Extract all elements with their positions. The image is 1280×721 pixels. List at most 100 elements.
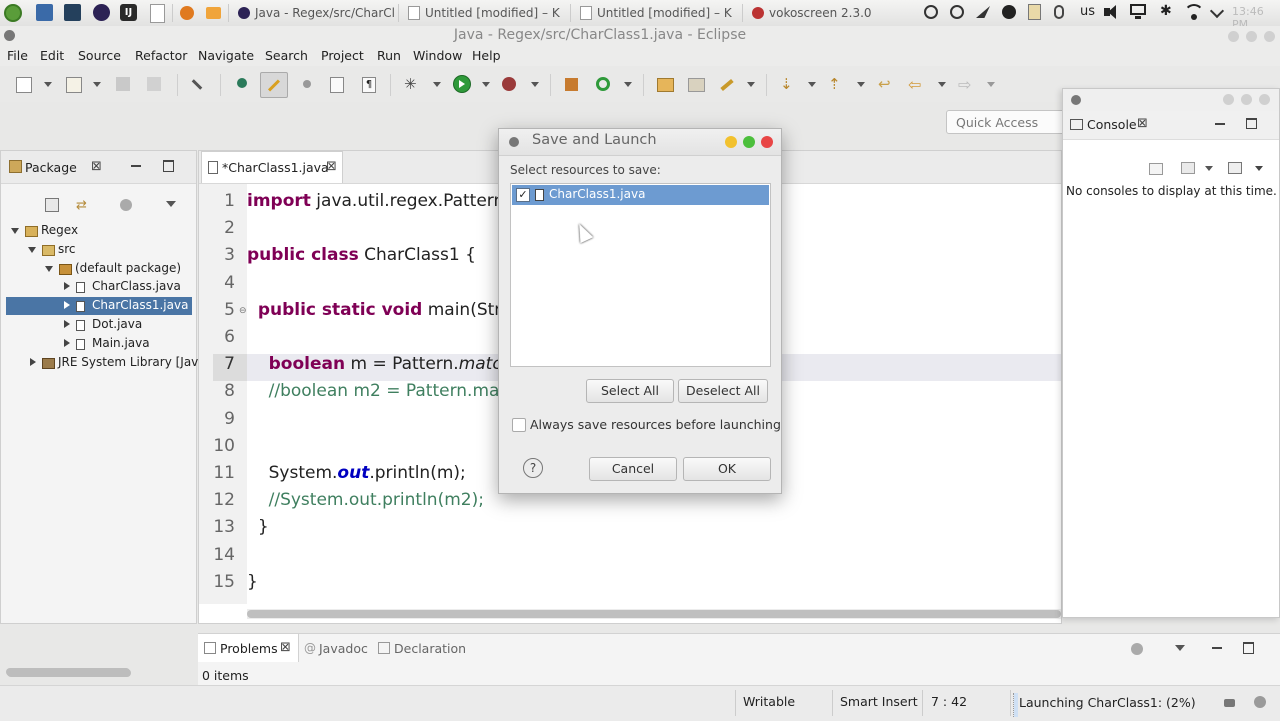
minimize-window-button[interactable] xyxy=(1228,31,1239,42)
code-line[interactable]: } xyxy=(247,517,269,537)
select-all-button[interactable]: Select All xyxy=(586,379,674,403)
debug-icon[interactable]: ✳ xyxy=(404,75,422,93)
tree-item[interactable]: CharClass1.java xyxy=(6,297,192,316)
left-bottom-scrollbar-thumb[interactable] xyxy=(6,668,130,676)
tab-problems[interactable]: Problems ⊠ xyxy=(198,634,299,662)
console-minimize-view-icon[interactable] xyxy=(1215,123,1225,125)
link-with-editor-icon[interactable]: ⇄ xyxy=(76,198,87,213)
code-line[interactable]: public class CharClass1 { xyxy=(247,245,476,265)
menu-refactor[interactable]: Refactor xyxy=(135,48,187,63)
next-annotation-dropdown-chevron-icon[interactable] xyxy=(808,82,816,87)
collapse-chevron-right-icon[interactable] xyxy=(64,282,70,291)
firefox-icon[interactable] xyxy=(180,6,194,20)
external-tools-icon[interactable] xyxy=(502,77,516,91)
debug-dropdown-chevron-icon[interactable] xyxy=(433,82,441,87)
tab-declaration[interactable]: Declaration xyxy=(394,641,466,656)
tree-item[interactable]: Regex xyxy=(6,222,192,240)
file-manager-icon[interactable] xyxy=(36,4,53,21)
console-tab-label[interactable]: Console xyxy=(1087,117,1137,132)
task-eclipse[interactable]: Java - Regex/src/CharCl xyxy=(238,3,395,23)
quick-access-field[interactable]: Quick Access xyxy=(946,110,1066,134)
launch-progress[interactable]: Launching CharClass1: (2%) xyxy=(1013,693,1214,717)
resource-row[interactable]: ✓ CharClass1.java xyxy=(512,185,769,205)
code-line[interactable]: //System.out.println(m2); xyxy=(247,490,484,510)
expand-chevron-down-icon[interactable] xyxy=(28,246,36,253)
back-dropdown-chevron-icon[interactable] xyxy=(938,82,946,87)
display-console-chevron-down-icon[interactable] xyxy=(1205,166,1213,171)
close-window-button[interactable] xyxy=(1264,31,1275,42)
new-wizard-icon[interactable] xyxy=(66,77,82,93)
code-line[interactable]: import java.util.regex.Pattern; xyxy=(247,191,510,211)
tree-item[interactable]: (default package) xyxy=(6,260,192,278)
bottom-minimize-icon[interactable] xyxy=(1212,647,1222,649)
deselect-all-button[interactable]: Deselect All xyxy=(678,379,768,403)
menu-edit[interactable]: Edit xyxy=(40,48,64,63)
menu-file[interactable]: File xyxy=(7,48,28,63)
collapse-chevron-right-icon[interactable] xyxy=(64,338,70,347)
attachment-icon[interactable] xyxy=(1054,5,1064,19)
previous-annotation-icon[interactable]: ⇡ xyxy=(828,75,846,93)
new-java-package-icon[interactable] xyxy=(565,78,578,91)
menu-search[interactable]: Search xyxy=(265,48,308,63)
problems-filter-icon[interactable] xyxy=(1131,643,1143,655)
console-close-button[interactable] xyxy=(1259,94,1270,105)
problems-view-menu-chevron-down-icon[interactable] xyxy=(1175,645,1185,651)
back-icon[interactable]: ⇦ xyxy=(908,75,926,94)
clipboard-icon[interactable] xyxy=(1028,4,1041,20)
task-vokoscreen[interactable]: vokoscreen 2.3.0 xyxy=(752,3,872,23)
menu-help[interactable]: Help xyxy=(472,48,501,63)
package-tab-label[interactable]: Package xyxy=(25,160,77,175)
keyboard-layout[interactable]: us xyxy=(1080,4,1095,19)
previous-annotation-dropdown-chevron-icon[interactable] xyxy=(857,82,865,87)
display-icon[interactable] xyxy=(1130,4,1148,20)
next-annotation-icon[interactable]: ⇣ xyxy=(780,75,798,93)
distro-menu-icon[interactable] xyxy=(4,4,22,22)
tree-item[interactable]: Main.java xyxy=(6,335,192,353)
show-whitespace-icon[interactable] xyxy=(330,77,344,93)
progress-action-icon[interactable] xyxy=(1254,696,1266,708)
maximize-view-icon[interactable] xyxy=(163,160,174,172)
menu-run[interactable]: Run xyxy=(377,48,401,63)
last-edit-location-icon[interactable]: ↩ xyxy=(878,75,896,93)
collapse-chevron-right-icon[interactable] xyxy=(30,357,36,366)
dialog-menu-icon[interactable] xyxy=(509,137,519,147)
progress-view-icon[interactable] xyxy=(1224,699,1235,707)
dialog-maximize-button[interactable] xyxy=(743,136,755,148)
tree-item[interactable]: Dot.java xyxy=(6,316,192,334)
close-console-tab-icon[interactable]: ⊠ xyxy=(1137,116,1148,131)
menu-project[interactable]: Project xyxy=(321,48,364,63)
save-icon[interactable] xyxy=(116,77,130,91)
perspective-dropdown-chevron-icon[interactable] xyxy=(747,82,755,87)
volume-icon[interactable] xyxy=(1104,5,1122,19)
menu-navigate[interactable]: Navigate xyxy=(198,48,254,63)
terminal-icon[interactable] xyxy=(64,4,81,21)
task-kwrite-1[interactable]: Untitled [modified] – K xyxy=(408,3,560,23)
console-minimize-button[interactable] xyxy=(1223,94,1234,105)
display-selected-console-icon[interactable] xyxy=(1181,162,1195,174)
skip-breakpoints-icon[interactable] xyxy=(191,75,209,93)
close-package-tab-icon[interactable]: ⊠ xyxy=(91,159,102,174)
pin-console-icon[interactable] xyxy=(1149,163,1163,175)
ok-button[interactable]: OK xyxy=(683,457,771,481)
console-maximize-button[interactable] xyxy=(1241,94,1252,105)
wifi-icon[interactable] xyxy=(1184,4,1204,20)
open-perspective-icon[interactable] xyxy=(720,78,734,92)
close-editor-tab-icon[interactable]: ⊠ xyxy=(326,159,337,174)
tree-item[interactable]: src xyxy=(6,241,192,259)
code-line[interactable]: System.out.println(m); xyxy=(247,463,466,483)
tray-chevron-down-icon[interactable] xyxy=(1209,3,1225,19)
bottom-maximize-icon[interactable] xyxy=(1243,642,1254,654)
bluetooth-icon[interactable]: ✱ xyxy=(1160,3,1172,19)
minimize-view-icon[interactable] xyxy=(131,165,141,167)
task-kwrite-2[interactable]: Untitled [modified] – K xyxy=(580,3,732,23)
close-problems-tab-icon[interactable]: ⊠ xyxy=(280,640,291,655)
new-dropdown-chevron-icon[interactable] xyxy=(44,82,52,87)
dialog-minimize-button[interactable] xyxy=(725,136,737,148)
editor-scrollbar-thumb[interactable] xyxy=(247,610,1061,618)
console-window-menu-icon[interactable] xyxy=(1071,95,1081,105)
new-class-dropdown-chevron-icon[interactable] xyxy=(624,82,632,87)
new-java-class-icon[interactable] xyxy=(596,77,610,91)
open-console-chevron-down-icon[interactable] xyxy=(1255,166,1263,171)
menu-window[interactable]: Window xyxy=(413,48,462,63)
text-editor-launcher-icon[interactable] xyxy=(150,4,165,23)
